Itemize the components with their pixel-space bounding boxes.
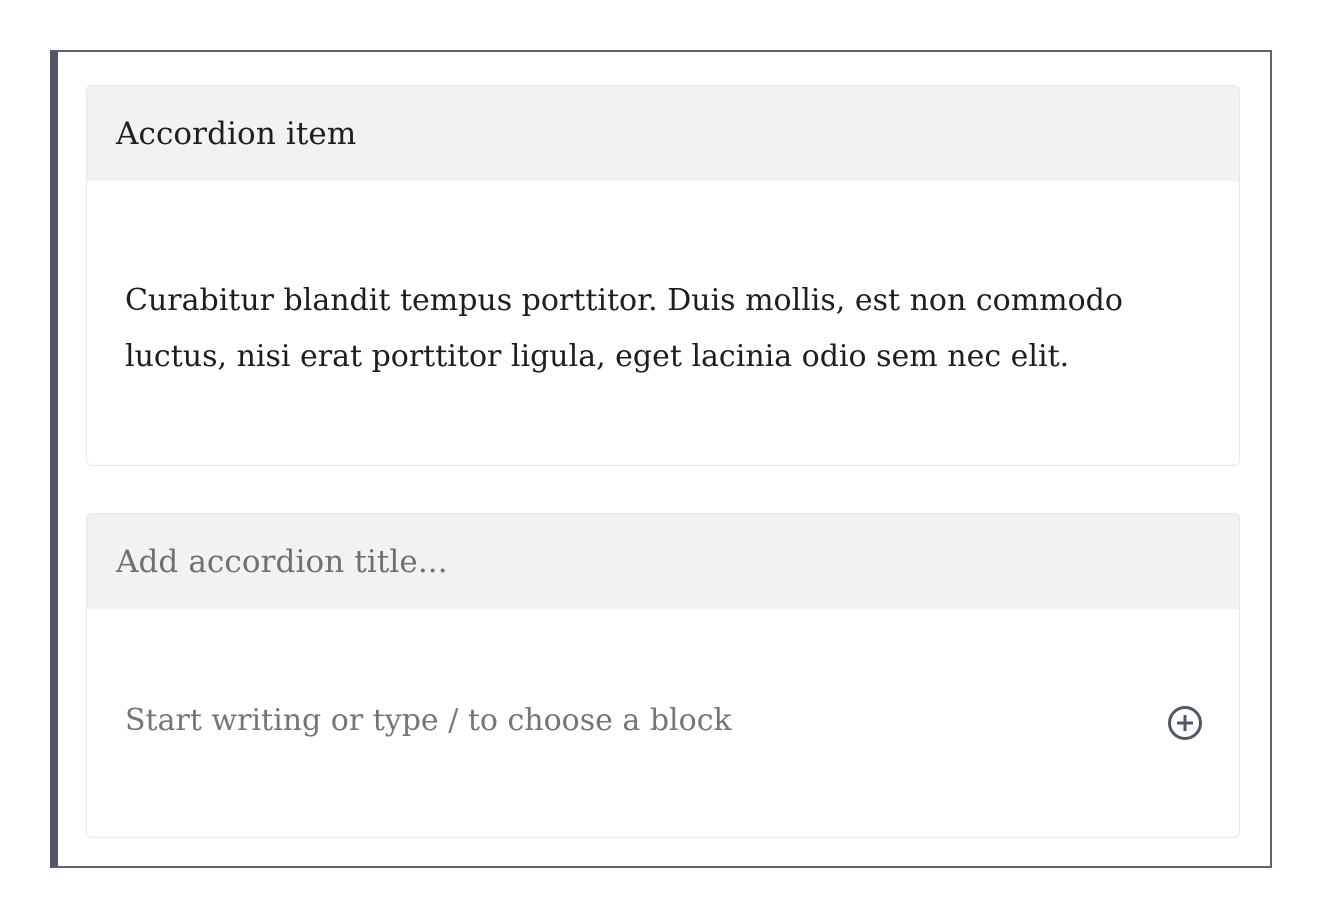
add-block-button[interactable]	[1167, 705, 1203, 741]
accordion-item-title[interactable]: Accordion item	[116, 116, 356, 152]
block-placeholder-input[interactable]: Start writing or type / to choose a bloc…	[125, 703, 732, 738]
accordion-block[interactable]: Accordion item Curabitur blandit tempus …	[50, 50, 1272, 868]
accordion-item-header[interactable]: Add accordion title...	[87, 514, 1239, 609]
paragraph-block[interactable]: Curabitur blandit tempus porttitor. Duis…	[125, 273, 1185, 385]
accordion-item-content: Curabitur blandit tempus porttitor. Duis…	[87, 181, 1239, 385]
accordion-item-content: Start writing or type / to choose a bloc…	[87, 609, 1239, 743]
plus-circle-icon	[1168, 706, 1202, 740]
accordion-item: Accordion item Curabitur blandit tempus …	[86, 85, 1240, 466]
accordion-item: Add accordion title... Start writing or …	[86, 513, 1240, 838]
accordion-item-header[interactable]: Accordion item	[87, 86, 1239, 181]
accordion-title-input[interactable]: Add accordion title...	[116, 544, 448, 580]
